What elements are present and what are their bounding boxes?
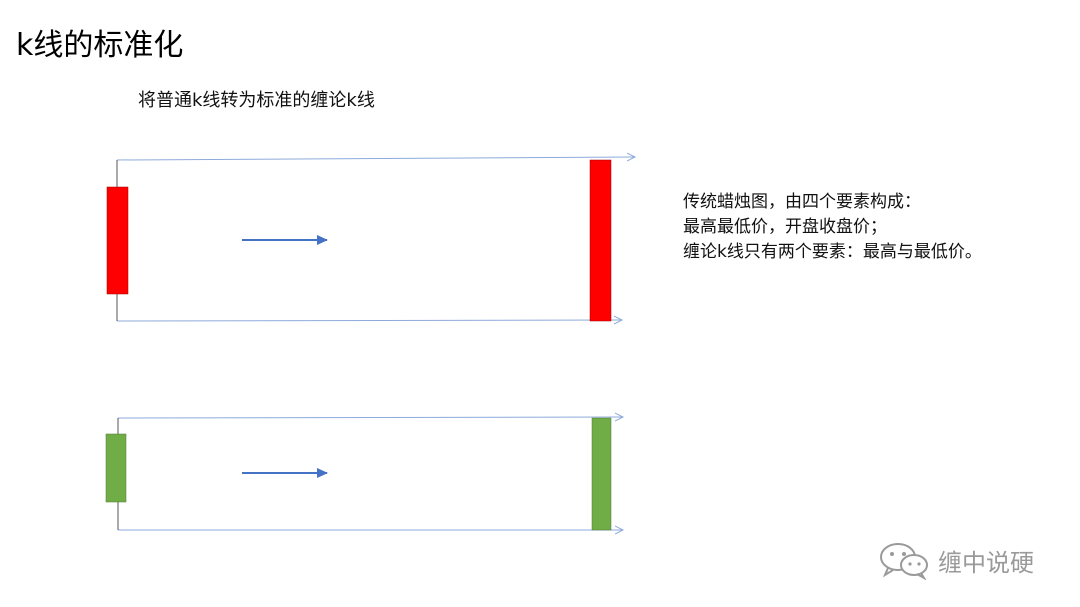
kline-diagram (105, 0, 1080, 607)
watermark-text: 缠中说硬 (938, 548, 1034, 577)
green-example (105, 417, 623, 531)
red-guide-bottom (116, 320, 622, 321)
watermark: 缠中说硬 (878, 540, 1034, 580)
description-line: 传统蜡烛图，由四个要素构成： (683, 192, 921, 212)
green-standard-kline (591, 417, 612, 531)
wechat-icon (880, 543, 928, 580)
red-guide-top (116, 157, 635, 160)
description: 传统蜡烛图，由四个要素构成： 最高最低价，开盘收盘价； 缠论k线只有两个要素：最… (683, 190, 982, 265)
description-line: 最高最低价，开盘收盘价； (683, 217, 887, 237)
red-standard-kline (589, 159, 612, 322)
red-example (106, 157, 635, 322)
green-guide-top (117, 417, 623, 418)
green-candle-body (105, 433, 127, 503)
red-candle-body (106, 186, 129, 295)
description-line: 缠论k线只有两个要素：最高与最低价。 (683, 242, 982, 262)
